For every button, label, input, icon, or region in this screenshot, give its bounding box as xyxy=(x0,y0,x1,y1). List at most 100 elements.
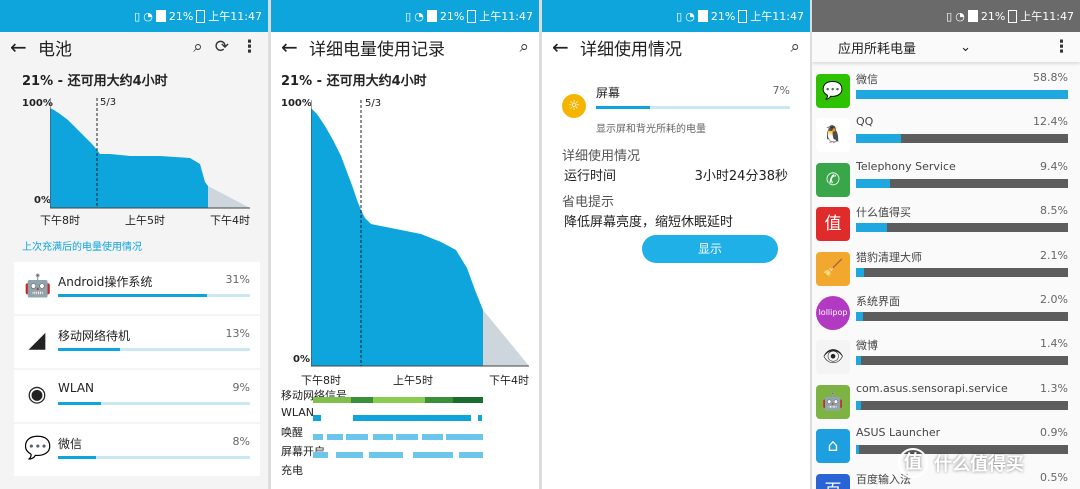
weibo-icon: 👁 xyxy=(816,340,850,375)
battery-level-area xyxy=(50,108,208,208)
refresh-icon[interactable]: ⟳ xyxy=(215,37,229,57)
x-label-start: 下午8时 xyxy=(40,214,80,227)
app-usage-fill xyxy=(856,134,901,144)
usage-item-percent: 31% xyxy=(225,273,250,286)
usage-item-percent: 8% xyxy=(232,435,250,448)
app-name: Telephony Service xyxy=(856,159,956,173)
baidu-icon: 百 xyxy=(816,473,850,489)
overflow-menu-icon[interactable]: ⋮ xyxy=(1053,37,1070,57)
usage-detail-panel: ▯ ◔ 21% 上午11:47 ← 详细使用情况 ⌕ ☼ 屏幕 7% 显示屏和背… xyxy=(542,0,810,489)
app-percent: 1.4% xyxy=(1040,337,1068,351)
wifi-status-icon: ◔ xyxy=(955,9,965,23)
watermark-text: 什么值得买 xyxy=(934,454,1024,475)
usage-item-name: 屏幕 xyxy=(596,86,621,100)
chevron-down-icon[interactable]: ⌄ xyxy=(960,40,971,55)
app-usage-item[interactable]: lollipop 系统界面 2.0% xyxy=(812,290,1080,334)
y-axis-bottom-label: 0% xyxy=(34,195,51,206)
usage-item-name: 移动网络待机 xyxy=(58,329,131,343)
overflow-menu-icon[interactable]: ⋮ xyxy=(241,37,258,57)
signal-icon: ◢ xyxy=(28,328,46,353)
back-arrow-icon[interactable]: ← xyxy=(10,35,34,59)
search-icon[interactable]: ⌕ xyxy=(790,37,800,57)
watermark-badge: 值 xyxy=(898,448,928,478)
vibrate-icon: ▯ xyxy=(134,9,141,23)
date-marker-label: 5/3 xyxy=(365,98,382,109)
app-usage-item[interactable]: 值什么值得买 8.5% xyxy=(812,201,1080,245)
app-usage-panel: ▯ ◔ 21% 上午11:47 应用所耗电量 ⌄ ⋮ 💬 微信 58.8% 🐧 QQ 12… xyxy=(812,0,1080,489)
app-usage-fill xyxy=(856,356,862,366)
battery-percent: 21% xyxy=(710,9,736,23)
app-usage-track xyxy=(856,134,1068,144)
app-percent: 12.4% xyxy=(1033,115,1068,129)
display-settings-button[interactable]: 显示 xyxy=(642,235,778,263)
app-name: com.asus.sensorapi.service xyxy=(856,381,1008,395)
battery-level-area xyxy=(311,108,483,366)
last-full-charge-link[interactable]: 上次充满后的电量使用情况 xyxy=(22,238,142,253)
app-name: 猎豹清理大师 xyxy=(856,250,922,264)
broom-icon: 🧹 xyxy=(816,251,850,286)
app-usage-item[interactable]: ✆ Telephony Service 9.4% xyxy=(812,157,1080,201)
app-name: ASUS Launcher xyxy=(856,426,941,440)
app-usage-track xyxy=(856,90,1068,99)
android-icon: 🤖 xyxy=(24,274,52,299)
status-bar: ▯ ◔ 21% 上午11:47 xyxy=(812,0,1080,32)
battery-panel: ▯ ◔ 21% 上午11:47 ← 电池 ⌕ ⟳ ⋮ 21% - 还可用大约4小… xyxy=(0,0,268,489)
app-percent: 1.3% xyxy=(1040,381,1068,395)
back-arrow-icon[interactable]: ← xyxy=(552,35,576,59)
battery-percent: 21% xyxy=(980,9,1006,23)
wechat-icon: 💬 xyxy=(816,74,850,108)
app-usage-fill xyxy=(856,312,864,321)
wifi-status-icon: ◔ xyxy=(414,9,424,23)
usage-item[interactable]: ◉ WLAN 9% xyxy=(14,370,260,422)
app-bar: ← 详细使用情况 ⌕ xyxy=(542,32,810,62)
watermark: 值 什么值得买 xyxy=(898,446,1068,480)
runtime-label: 运行时间 xyxy=(564,169,617,184)
clock: 上午11:47 xyxy=(1020,10,1074,23)
phone-icon: ✆ xyxy=(816,162,850,197)
sim-icon xyxy=(697,10,708,22)
timeline-label: 充电 xyxy=(281,464,303,477)
awake-timeline xyxy=(313,434,483,440)
screen-usage-item: ☼ 屏幕 7% 显示屏和背光所耗的电量 xyxy=(562,80,790,140)
usage-progress-fill xyxy=(58,348,121,351)
y-axis-top-label: 100% xyxy=(22,98,53,109)
search-icon[interactable]: ⌕ xyxy=(519,37,529,57)
usage-item-percent: 13% xyxy=(225,327,250,340)
usage-type-dropdown[interactable]: 应用所耗电量 xyxy=(838,38,960,57)
app-usage-item[interactable]: 🐧 QQ 12.4% xyxy=(812,112,1080,156)
usage-item[interactable]: 💬 微信 8% xyxy=(14,424,260,476)
usage-item-percent: 7% xyxy=(772,84,790,97)
battery-percent: 21% xyxy=(439,9,465,23)
usage-progress-track xyxy=(58,456,250,459)
battery-icon xyxy=(1008,9,1018,23)
wlan-timeline xyxy=(313,415,482,421)
app-name: 什么值得买 xyxy=(856,206,911,220)
x-label-end: 下午4时 xyxy=(210,214,250,227)
usage-item[interactable]: 🤖 Android操作系统 31% xyxy=(14,262,260,314)
clock: 上午11:47 xyxy=(750,10,804,23)
app-usage-item[interactable]: 🧹 猎豹清理大师 2.1% xyxy=(812,246,1080,290)
y-axis-bottom-label: 0% xyxy=(293,354,310,365)
sim-icon xyxy=(155,10,166,22)
app-bar: ← 详细电量使用记录 ⌕ xyxy=(271,32,539,62)
app-bar: 应用所耗电量 ⌄ ⋮ xyxy=(812,32,1080,62)
back-arrow-icon[interactable]: ← xyxy=(281,35,305,59)
app-usage-item[interactable]: 🤖 com.asus.sensorapi.service 1.3% xyxy=(812,379,1080,423)
usage-item[interactable]: ◢ 移动网络待机 13% xyxy=(14,316,260,368)
status-bar: ▯ ◔ 21% 上午11:47 xyxy=(0,0,268,32)
app-name: 微信 xyxy=(856,73,878,86)
app-usage-fill xyxy=(856,178,890,188)
app-usage-track xyxy=(856,178,1068,188)
home-icon: ⌂ xyxy=(816,429,850,464)
app-usage-item[interactable]: 👁 微博 1.4% xyxy=(812,334,1080,378)
search-icon[interactable]: ⌕ xyxy=(193,37,203,57)
app-percent: 9.4% xyxy=(1040,159,1068,173)
app-name: 系统界面 xyxy=(856,295,900,308)
sim-icon xyxy=(967,10,978,22)
usage-item-name: WLAN xyxy=(58,381,95,395)
app-usage-track xyxy=(856,223,1068,233)
app-usage-item[interactable]: 💬 微信 58.8% xyxy=(812,68,1080,112)
usage-item-name: 微信 xyxy=(58,437,83,451)
usage-item-name: Android操作系统 xyxy=(58,275,153,289)
battery-summary: 21% - 还可用大约4小时 xyxy=(281,74,427,89)
